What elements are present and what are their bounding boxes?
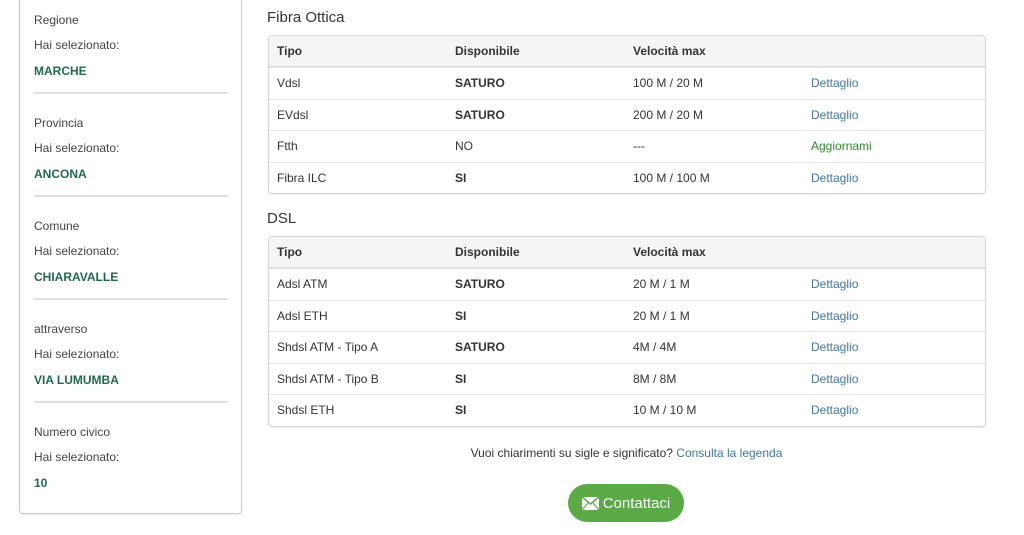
divider xyxy=(34,401,228,403)
column-header: Tipo xyxy=(277,44,303,58)
selected-label: Hai selezionato: xyxy=(34,244,120,258)
cell: 20 M / 1 M xyxy=(633,308,690,323)
cell: 20 M / 1 M xyxy=(633,277,690,291)
table-row: Shdsl ATM - Tipo A SATURO 4M / 4M Dettaglio xyxy=(269,331,985,363)
group-label: Comune xyxy=(34,219,80,233)
selection-group: Provincia Hai selezionato: ANCONA xyxy=(34,116,228,219)
table-row: Fibra ILC SI 100 M / 100 M Dettaglio xyxy=(269,161,985,194)
cell: SI xyxy=(455,403,467,417)
detail-link[interactable]: Dettaglio xyxy=(811,364,858,395)
cell: Fibra ILC xyxy=(277,170,327,185)
cell: SI xyxy=(455,371,467,386)
selection-group: attraverso Hai selezionato: VIA LUMUMBA xyxy=(34,322,228,425)
cell: Shdsl ATM - Tipo A xyxy=(277,340,379,354)
column-header: Tipo xyxy=(277,245,303,259)
detail-link[interactable]: Dettaglio xyxy=(811,301,858,332)
cell: NO xyxy=(455,139,473,153)
group-label: Provincia xyxy=(34,116,84,130)
selected-value: MARCHE xyxy=(34,64,87,78)
dsl-table: Tipo Disponibile Velocità max Adsl ATM SATUR… xyxy=(268,236,986,427)
cell: EVdsl xyxy=(277,107,309,122)
cell: SATURO xyxy=(455,277,505,291)
group-label: Regione xyxy=(34,13,79,27)
table-header: Tipo Disponibile Velocità max xyxy=(269,237,985,268)
group-label: attraverso xyxy=(34,322,88,336)
table-row: EVdsl SATURO 200 M / 20 M Dettaglio xyxy=(269,98,985,131)
table-row: Shdsl ATM - Tipo B SI 8M / 8M Dettaglio xyxy=(269,362,985,395)
divider xyxy=(34,298,228,300)
table-row: Adsl ETH SI 20 M / 1 M Dettaglio xyxy=(269,299,985,332)
cell: 10 M / 10 M xyxy=(633,403,697,417)
cell: Vdsl xyxy=(277,76,301,90)
table-row: Shdsl ETH SI 10 M / 10 M Dettaglio xyxy=(269,394,985,426)
cell: SATURO xyxy=(455,340,505,354)
detail-link[interactable]: Dettaglio xyxy=(811,269,858,300)
cell: 8M / 8M xyxy=(633,371,677,386)
table-header: Tipo Disponibile Velocità max xyxy=(269,36,985,67)
selection-group: Regione Hai selezionato: MARCHE xyxy=(34,13,228,116)
legend-note: Vuoi chiarimenti su sigle e significato?… xyxy=(0,446,1024,460)
detail-link[interactable]: Dettaglio xyxy=(811,395,858,426)
cell: 100 M / 100 M xyxy=(633,170,710,185)
envelope-icon xyxy=(581,496,599,510)
selection-group: Comune Hai selezionato: CHIARAVALLE xyxy=(34,219,228,322)
selected-value: VIA LUMUMBA xyxy=(34,373,119,387)
contact-label: Contattaci xyxy=(602,494,671,512)
cell: 4M / 4M xyxy=(633,340,677,354)
contact-button[interactable]: Contattaci xyxy=(568,484,684,522)
cell: Ftth xyxy=(277,139,298,153)
selected-value: CHIARAVALLE xyxy=(34,270,119,284)
table-row: Adsl ATM SATURO 20 M / 1 M Dettaglio xyxy=(269,268,985,300)
update-link[interactable]: Aggiornami xyxy=(811,131,872,162)
selected-label: Hai selezionato: xyxy=(34,347,120,361)
column-header: Disponibile xyxy=(455,44,520,58)
detail-link[interactable]: Dettaglio xyxy=(811,100,858,131)
cell: Adsl ETH xyxy=(277,308,328,323)
detail-link[interactable]: Dettaglio xyxy=(811,332,858,363)
column-header: Velocità max xyxy=(633,44,706,58)
table-row: Ftth NO --- Aggiornami xyxy=(269,130,985,162)
column-header: Disponibile xyxy=(455,245,520,259)
selection-sidebar: Regione Hai selezionato: MARCHE Provincia… xyxy=(19,0,242,514)
cell: 200 M / 20 M xyxy=(633,107,704,122)
legend-link[interactable]: Consulta la legenda xyxy=(676,446,782,460)
cell: SI xyxy=(455,308,467,323)
dsl-title: DSL xyxy=(267,210,297,227)
selected-label: Hai selezionato: xyxy=(34,141,120,155)
group-label: Numero civico xyxy=(34,425,111,439)
cell: SATURO xyxy=(455,76,505,90)
divider xyxy=(34,195,228,197)
cell: Adsl ATM xyxy=(277,277,328,291)
cell: SATURO xyxy=(455,107,505,122)
cell: Shdsl ETH xyxy=(277,403,335,417)
table-row: Vdsl SATURO 100 M / 20 M Dettaglio xyxy=(269,67,985,99)
cell: SI xyxy=(455,170,467,185)
detail-link[interactable]: Dettaglio xyxy=(811,163,858,194)
column-header: Velocità max xyxy=(633,245,706,259)
divider xyxy=(34,92,228,94)
selected-value: ANCONA xyxy=(34,167,87,181)
selected-label: Hai selezionato: xyxy=(34,38,120,52)
detail-link[interactable]: Dettaglio xyxy=(811,68,858,99)
cell: --- xyxy=(633,139,645,153)
fibra-table: Tipo Disponibile Velocità max Vdsl SATURO 100… xyxy=(268,35,986,194)
cell: 100 M / 20 M xyxy=(633,76,704,90)
selected-value: 10 xyxy=(34,476,48,490)
selection-group: Numero civico Hai selezionato: 10 xyxy=(34,425,228,528)
legend-question: Vuoi chiarimenti su sigle e significato? xyxy=(470,446,673,460)
cell: Shdsl ATM - Tipo B xyxy=(277,371,379,386)
fibra-title: Fibra Ottica xyxy=(267,9,345,26)
